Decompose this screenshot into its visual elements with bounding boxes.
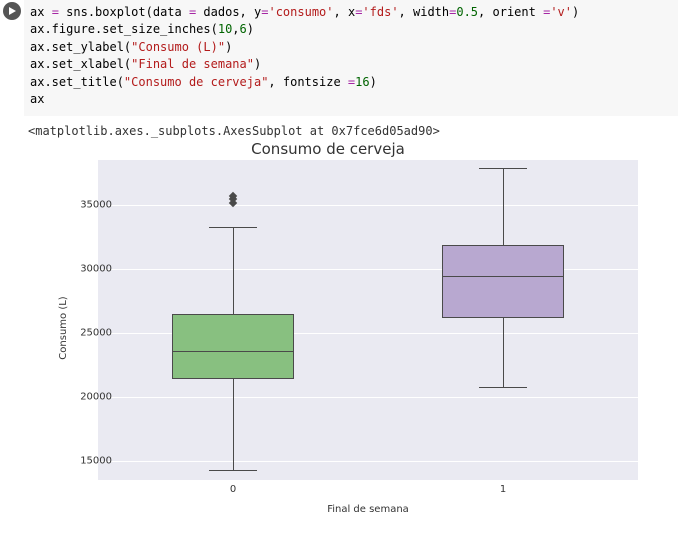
y-tick-label: 15000 <box>52 456 112 467</box>
plot-area <box>98 160 638 480</box>
x-axis-label: Final de semana <box>98 504 638 515</box>
y-tick-label: 25000 <box>52 328 112 339</box>
output-repr: <matplotlib.axes._subplots.AxesSubplot a… <box>0 116 678 140</box>
code-editor[interactable]: ax = sns.boxplot(data = dados, y='consum… <box>24 0 678 116</box>
code-line-6: ax <box>30 91 672 108</box>
chart-output: Consumo de cerveja Consumo (L) Final de … <box>0 140 678 515</box>
whisker-cap <box>209 227 258 228</box>
gridline <box>98 397 638 398</box>
whisker <box>503 318 504 387</box>
code-line-5: ax.set_title("Consumo de cerveja", fonts… <box>30 74 672 91</box>
x-tick-label: 1 <box>500 484 506 495</box>
code-cell: ax = sns.boxplot(data = dados, y='consum… <box>0 0 678 116</box>
code-line-3: ax.set_ylabel("Consumo (L)") <box>30 39 672 56</box>
play-icon <box>7 6 17 16</box>
whisker <box>503 168 504 245</box>
y-tick-label: 35000 <box>52 200 112 211</box>
cell-gutter <box>0 0 24 20</box>
code-line-1: ax = sns.boxplot(data = dados, y='consum… <box>30 4 672 21</box>
whisker-cap <box>479 387 528 388</box>
gridline <box>98 205 638 206</box>
box <box>442 245 564 318</box>
whisker-cap <box>209 470 258 471</box>
whisker <box>233 227 234 314</box>
y-tick-label: 30000 <box>52 264 112 275</box>
x-tick-label: 0 <box>230 484 236 495</box>
chart-title: Consumo de cerveja <box>28 140 628 158</box>
gridline <box>98 461 638 462</box>
box <box>172 314 294 379</box>
median-line <box>442 276 564 277</box>
boxplot-chart: Consumo de cerveja Consumo (L) Final de … <box>28 140 658 515</box>
code-line-4: ax.set_xlabel("Final de semana") <box>30 56 672 73</box>
run-cell-button[interactable] <box>3 2 21 20</box>
y-tick-label: 20000 <box>52 392 112 403</box>
code-line-2: ax.figure.set_size_inches(10,6) <box>30 21 672 38</box>
median-line <box>172 351 294 352</box>
whisker <box>233 379 234 470</box>
whisker-cap <box>479 168 528 169</box>
